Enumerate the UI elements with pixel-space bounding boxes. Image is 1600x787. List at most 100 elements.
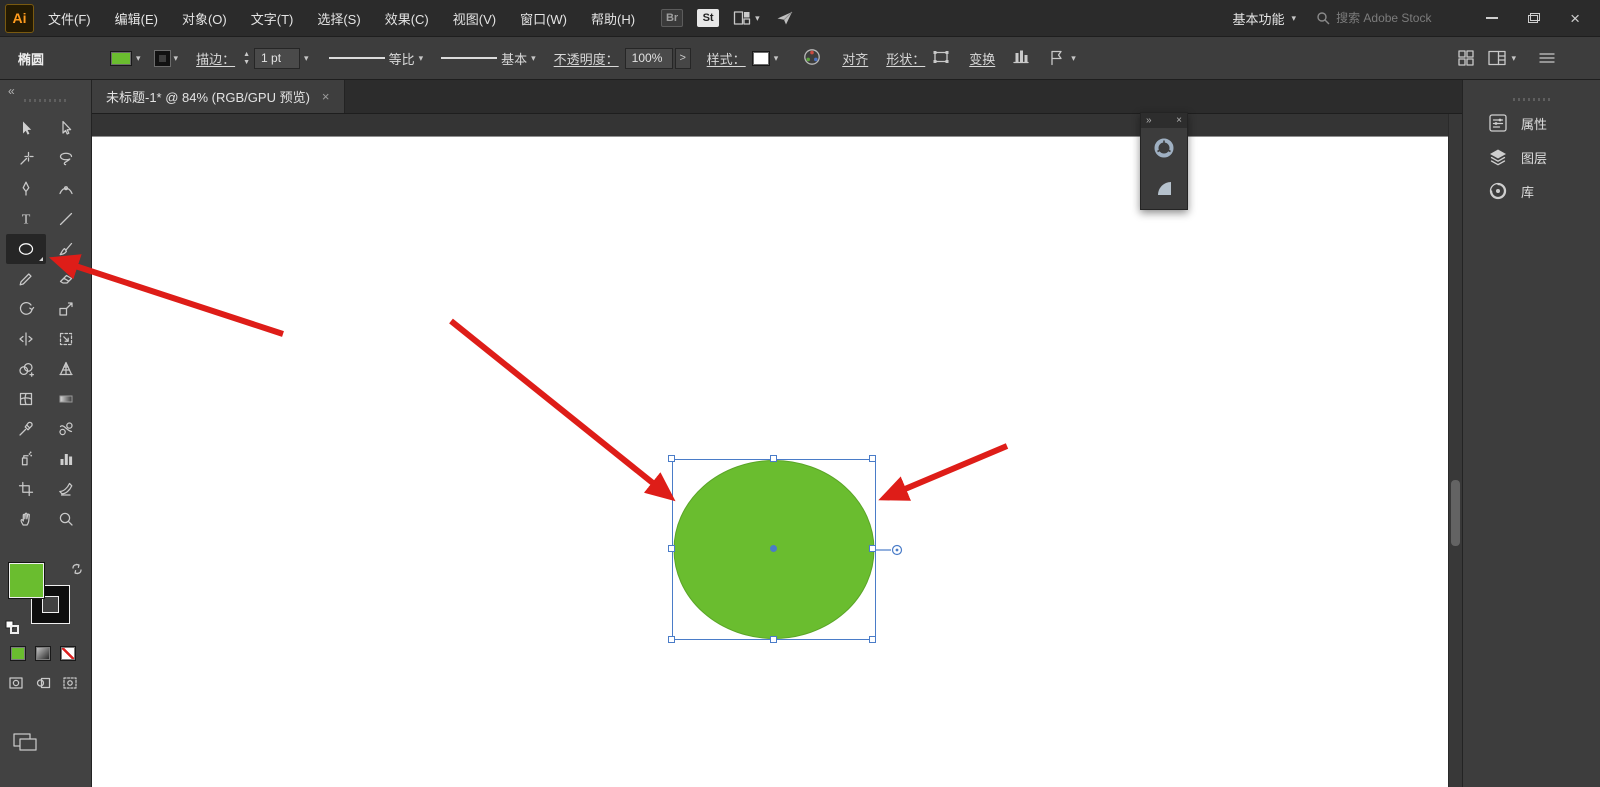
menu-view[interactable]: 视图(V) [453,9,496,28]
selection-handle[interactable] [668,455,675,462]
default-fill-stroke-icon[interactable] [5,620,19,634]
symbol-sprayer-tool[interactable] [6,444,46,474]
draw-inside-icon[interactable] [62,676,78,690]
close-panel-icon[interactable]: × [1176,115,1182,126]
fill-color-swatch[interactable] [8,562,45,599]
type-tool[interactable]: T [6,204,46,234]
free-transform-tool[interactable] [46,324,86,354]
curvature-tool[interactable] [46,174,86,204]
panel-tab-properties[interactable]: 属性 [1463,106,1600,140]
selection-handle[interactable] [668,545,675,552]
direct-selection-tool[interactable] [46,114,86,144]
menu-type[interactable]: 文字(T) [251,9,294,28]
menu-help[interactable]: 帮助(H) [591,9,635,28]
panel-tab-libraries[interactable]: 库 [1463,174,1600,208]
restore-icon[interactable] [1528,13,1540,23]
panel-grip[interactable] [24,99,68,102]
pathfinder-panel-icon[interactable] [1141,168,1187,208]
color-wheel-panel-icon[interactable] [1141,128,1187,168]
floating-panel-header[interactable]: » × [1141,113,1187,128]
hand-tool[interactable] [6,504,46,534]
selection-handle[interactable] [869,636,876,643]
panel-grip[interactable] [1513,98,1551,101]
shape-builder-tool[interactable] [6,354,46,384]
slice-tool[interactable] [46,474,86,504]
share-icon[interactable] [776,10,794,26]
expand-panel-icon[interactable]: » [1146,115,1152,126]
gradient-button[interactable] [35,646,51,661]
color-button[interactable] [10,646,26,661]
align-objects-icon[interactable] [1011,48,1031,69]
perspective-grid-tool[interactable] [46,354,86,384]
recolor-artwork-button[interactable] [802,47,822,70]
document-grid-button[interactable] [1457,49,1475,67]
scale-tool[interactable] [46,294,86,324]
magic-wand-tool[interactable] [6,144,46,174]
swap-fill-stroke-icon[interactable] [70,562,84,576]
menu-window[interactable]: 窗口(W) [520,9,567,28]
stroke-color-dropdown[interactable]: ▾ [155,51,179,66]
panel-tab-layers[interactable]: 图层 [1463,140,1600,174]
opacity-value[interactable]: 100% [625,48,673,69]
stock-icon[interactable]: St [697,9,719,27]
transform-panel-link[interactable]: 变换 [969,49,995,68]
style-panel-link[interactable]: 样式： [707,49,746,68]
menu-edit[interactable]: 编辑(E) [115,9,158,28]
center-point[interactable] [770,545,777,552]
width-tool[interactable] [6,324,46,354]
selection-handle[interactable] [770,636,777,643]
rotate-tool[interactable] [6,294,46,324]
shape-properties-icon[interactable] [931,48,951,69]
mesh-tool[interactable] [6,384,46,414]
menu-object[interactable]: 对象(O) [182,9,227,28]
stroke-swatch[interactable] [155,51,170,66]
stroke-panel-link[interactable]: 描边： [196,49,235,68]
panel-layout-dropdown[interactable]: ▾ [1487,49,1516,67]
zoom-tool[interactable] [46,504,86,534]
arrange-documents-button[interactable]: ▾ [733,10,760,26]
selected-ellipse[interactable] [672,459,876,640]
selection-handle[interactable] [869,455,876,462]
constrain-options-dropdown[interactable]: ▾ [1047,49,1076,67]
align-panel-link[interactable]: 对齐 [842,49,868,68]
width-profile-dropdown[interactable]: 等比 ▾ [329,49,424,68]
minimize-icon[interactable] [1486,17,1498,19]
menu-select[interactable]: 选择(S) [317,9,360,28]
paintbrush-tool[interactable] [46,234,86,264]
stroke-weight-field[interactable]: 1 pt ▾ [254,48,309,69]
selection-handle[interactable] [668,636,675,643]
live-shape-widget[interactable] [875,543,905,557]
column-graph-tool[interactable] [46,444,86,474]
draw-behind-icon[interactable] [35,676,51,690]
stroke-weight-value[interactable]: 1 pt [254,48,300,69]
pencil-tool[interactable] [6,264,46,294]
fill-swatch[interactable] [110,51,132,66]
eraser-tool[interactable] [46,264,86,294]
artboard-tool[interactable] [6,474,46,504]
opacity-panel-link[interactable]: 不透明度： [554,49,619,68]
control-bar-menu-icon[interactable] [1538,51,1556,65]
shape-panel-link[interactable]: 形状： [886,49,925,68]
selection-handle[interactable] [770,455,777,462]
lasso-tool[interactable] [46,144,86,174]
scrollbar-thumb[interactable] [1451,480,1460,546]
close-icon[interactable]: × [1570,10,1580,27]
ellipse-tool[interactable] [6,234,46,264]
stock-search[interactable] [1316,11,1464,25]
blend-tool[interactable] [46,414,86,444]
app-logo-icon[interactable]: Ai [5,4,34,33]
opacity-more-button[interactable]: > [675,48,691,69]
workspace-switcher[interactable]: 基本功能 ▾ [1233,9,1297,28]
screen-mode-button[interactable] [12,732,38,757]
menu-file[interactable]: 文件(F) [48,9,91,28]
collapse-panel-icon[interactable]: « [8,84,15,98]
style-swatch[interactable] [752,51,770,66]
gradient-tool[interactable] [46,384,86,414]
search-input[interactable] [1336,11,1464,25]
draw-normal-icon[interactable] [8,676,24,690]
document-tab[interactable]: 未标题-1* @ 84% (RGB/GPU 预览) × [92,80,345,113]
menu-effect[interactable]: 效果(C) [385,9,429,28]
eyedropper-tool[interactable] [6,414,46,444]
fill-color-dropdown[interactable]: ▾ [110,51,141,66]
brush-dropdown[interactable]: 基本 ▾ [441,49,536,68]
